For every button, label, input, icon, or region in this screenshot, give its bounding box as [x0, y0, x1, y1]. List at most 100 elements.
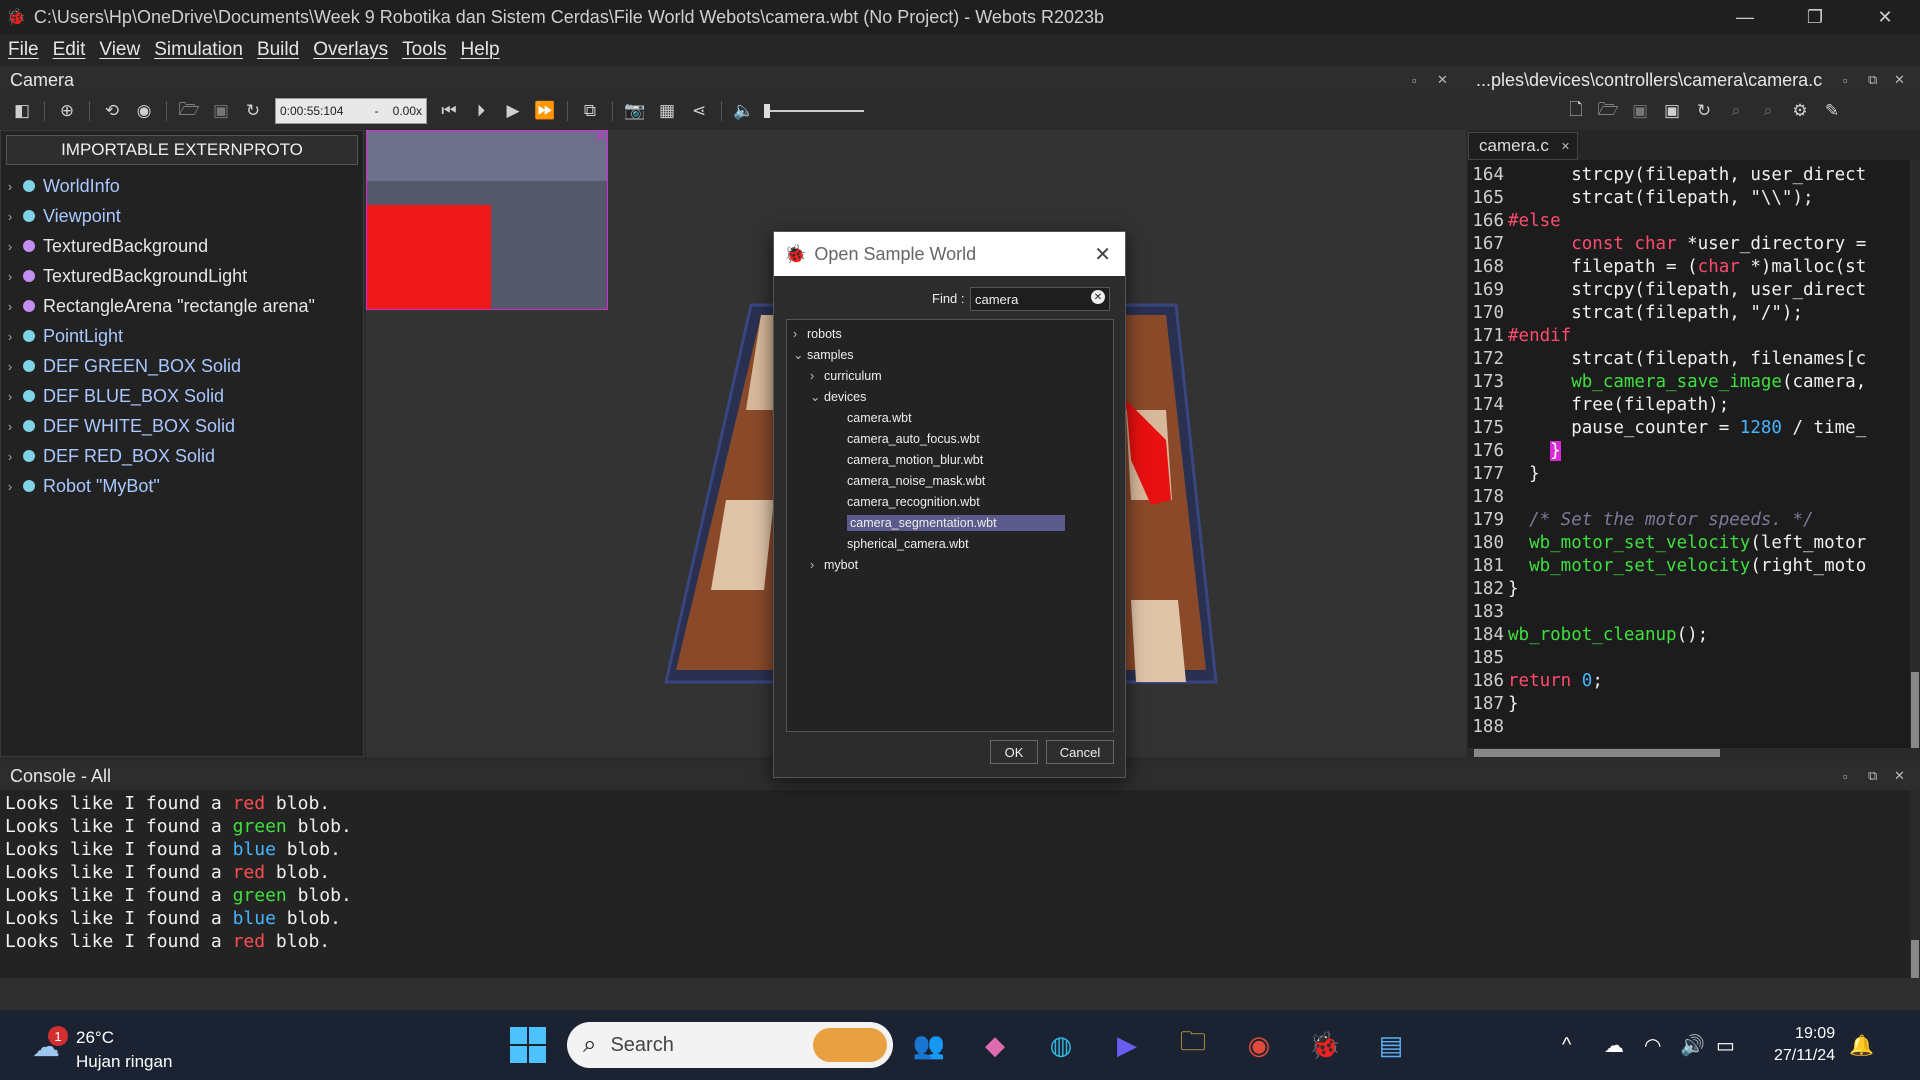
notepad-icon[interactable]: ▤: [1368, 1022, 1414, 1068]
scene-tree-item[interactable]: › DEF GREEN_BOX Solid: [1, 351, 363, 381]
tree-arrow-icon[interactable]: ›: [793, 327, 807, 341]
step-icon[interactable]: ⏵: [465, 96, 497, 126]
expand-arrow-icon[interactable]: ›: [1, 299, 19, 314]
console-minimize-icon[interactable]: ▫: [1843, 769, 1848, 784]
volume-slider[interactable]: [764, 103, 864, 119]
sample-folder-item[interactable]: › mybot: [787, 554, 1113, 575]
menu-view[interactable]: View: [99, 39, 140, 61]
open-world-icon[interactable]: 🗁: [173, 96, 205, 126]
expand-arrow-icon[interactable]: ›: [1, 449, 19, 464]
overlay-close-icon[interactable]: ✕: [595, 129, 606, 145]
expand-arrow-icon[interactable]: ›: [1, 209, 19, 224]
expand-arrow-icon[interactable]: ›: [1, 269, 19, 284]
editor-close-icon[interactable]: ✕: [1894, 72, 1905, 88]
editor-horizontal-scrollbar[interactable]: [1468, 748, 1920, 758]
tree-arrow-icon[interactable]: ›: [810, 369, 824, 383]
scene-tree-item[interactable]: › DEF WHITE_BOX Solid: [1, 411, 363, 441]
sample-folder-item[interactable]: › robots: [787, 323, 1113, 344]
reset-simulation-icon[interactable]: ⏮: [433, 96, 465, 126]
reload-world-icon[interactable]: ↻: [237, 96, 269, 126]
run-icon[interactable]: ▶: [497, 96, 529, 126]
editor-vertical-scrollbar[interactable]: [1910, 160, 1920, 748]
expand-arrow-icon[interactable]: ›: [1, 359, 19, 374]
console-output[interactable]: Looks like I found a red blob. Looks like…: [0, 790, 1920, 978]
sample-file-item[interactable]: camera_noise_mask.wbt: [787, 470, 1113, 491]
menu-overlays[interactable]: Overlays: [313, 39, 388, 61]
save-as-icon[interactable]: ▣: [1656, 96, 1688, 126]
tree-arrow-icon[interactable]: ⌄: [793, 347, 807, 362]
close-window-button[interactable]: ✕: [1850, 0, 1920, 34]
editor-minimize-icon[interactable]: ▫: [1843, 73, 1848, 88]
expand-arrow-icon[interactable]: ›: [1, 419, 19, 434]
chrome-icon[interactable]: ◉: [1236, 1022, 1282, 1068]
expand-arrow-icon[interactable]: ›: [1, 389, 19, 404]
build-settings-icon[interactable]: ⚙: [1784, 96, 1816, 126]
fast-forward-icon[interactable]: ⏩: [529, 96, 561, 126]
console-float-icon[interactable]: ⧉: [1868, 768, 1877, 784]
restore-viewpoint-icon[interactable]: ⟲: [96, 96, 128, 126]
expand-arrow-icon[interactable]: ›: [1, 179, 19, 194]
file-explorer-icon[interactable]: 🗀: [1170, 1022, 1216, 1068]
console-close-icon[interactable]: ✕: [1894, 768, 1905, 784]
view-eye-icon[interactable]: ◉: [128, 96, 160, 126]
camera-image-overlay[interactable]: ✕: [366, 129, 608, 310]
wifi-icon[interactable]: ◠: [1644, 1033, 1680, 1058]
volume-icon[interactable]: 🔊: [1680, 1033, 1716, 1058]
menu-tools[interactable]: Tools: [402, 39, 446, 61]
close-panel-icon[interactable]: ✕: [1437, 72, 1448, 88]
new-file-icon[interactable]: 🗋: [1560, 96, 1592, 126]
clock[interactable]: 19:09 27/11/24: [1774, 1023, 1835, 1067]
show-hidden-icons[interactable]: ^: [1562, 1034, 1594, 1057]
tab-close-icon[interactable]: ✕: [1561, 140, 1570, 153]
scene-tree-item[interactable]: › PointLight: [1, 321, 363, 351]
scene-tree-item[interactable]: › TexturedBackgroundLight: [1, 261, 363, 291]
teams-icon[interactable]: 👥: [906, 1022, 952, 1068]
ok-button[interactable]: OK: [990, 740, 1038, 764]
menu-help[interactable]: Help: [461, 39, 500, 61]
onedrive-icon[interactable]: ☁: [1604, 1033, 1644, 1058]
clear-find-icon[interactable]: ✕: [1091, 290, 1105, 304]
expand-arrow-icon[interactable]: ›: [1, 329, 19, 344]
sample-file-item[interactable]: camera_auto_focus.wbt: [787, 428, 1113, 449]
menu-edit[interactable]: Edit: [53, 39, 86, 61]
clean-icon[interactable]: ✎: [1816, 96, 1848, 126]
sample-folder-item[interactable]: ⌄ devices: [787, 386, 1113, 407]
screenshot-icon[interactable]: 📷: [619, 96, 651, 126]
open-file-icon[interactable]: 🗁: [1592, 96, 1624, 126]
find-icon[interactable]: ⌕: [1720, 96, 1752, 126]
render-toggle-icon[interactable]: ⧉: [574, 96, 606, 126]
scene-tree-item[interactable]: › TexturedBackground: [1, 231, 363, 261]
dialog-close-icon[interactable]: ✕: [1094, 242, 1111, 267]
tab-camera-c[interactable]: camera.c ✕: [1468, 132, 1578, 160]
revert-icon[interactable]: ↻: [1688, 96, 1720, 126]
start-button[interactable]: [505, 1022, 551, 1068]
notification-bell-icon[interactable]: 🔔: [1849, 1033, 1874, 1058]
minimize-button[interactable]: —: [1710, 0, 1780, 34]
weather-widget[interactable]: ☁ 1 26°C Hujan ringan: [26, 1018, 196, 1072]
webots-taskbar-icon[interactable]: 🐞: [1302, 1022, 1348, 1068]
sample-file-item[interactable]: camera.wbt: [787, 407, 1113, 428]
share-icon[interactable]: ⋖: [683, 96, 715, 126]
console-scrollbar[interactable]: [1910, 790, 1920, 978]
scene-tree-item[interactable]: › DEF BLUE_BOX Solid: [1, 381, 363, 411]
terminal-icon[interactable]: ▶: [1104, 1022, 1150, 1068]
tree-arrow-icon[interactable]: ⌄: [810, 389, 824, 404]
scene-tree-item[interactable]: › WorldInfo: [1, 171, 363, 201]
editor-float-icon[interactable]: ⧉: [1868, 72, 1877, 88]
sample-file-item[interactable]: camera_motion_blur.wbt: [787, 449, 1113, 470]
sample-file-item[interactable]: spherical_camera.wbt: [787, 533, 1113, 554]
copilot-icon[interactable]: ◆: [972, 1022, 1018, 1068]
save-world-icon[interactable]: ▣: [205, 96, 237, 126]
scene-tree-item[interactable]: › DEF RED_BOX Solid: [1, 441, 363, 471]
scene-tree-item[interactable]: › RectangleArena "rectangle arena": [1, 291, 363, 321]
replace-icon[interactable]: ⌕: [1752, 96, 1784, 126]
menu-file[interactable]: File: [8, 39, 39, 61]
battery-icon[interactable]: ▭: [1716, 1033, 1752, 1058]
code-editor[interactable]: 164 strcpy(filepath, user_direct 165 strc…: [1468, 160, 1920, 748]
sample-folder-item[interactable]: ⌄ samples: [787, 344, 1113, 365]
expand-arrow-icon[interactable]: ›: [1, 239, 19, 254]
record-movie-icon[interactable]: ▦: [651, 96, 683, 126]
mute-icon[interactable]: 🔈: [728, 96, 760, 126]
edge-icon[interactable]: ◍: [1038, 1022, 1084, 1068]
expand-arrow-icon[interactable]: ›: [1, 479, 19, 494]
